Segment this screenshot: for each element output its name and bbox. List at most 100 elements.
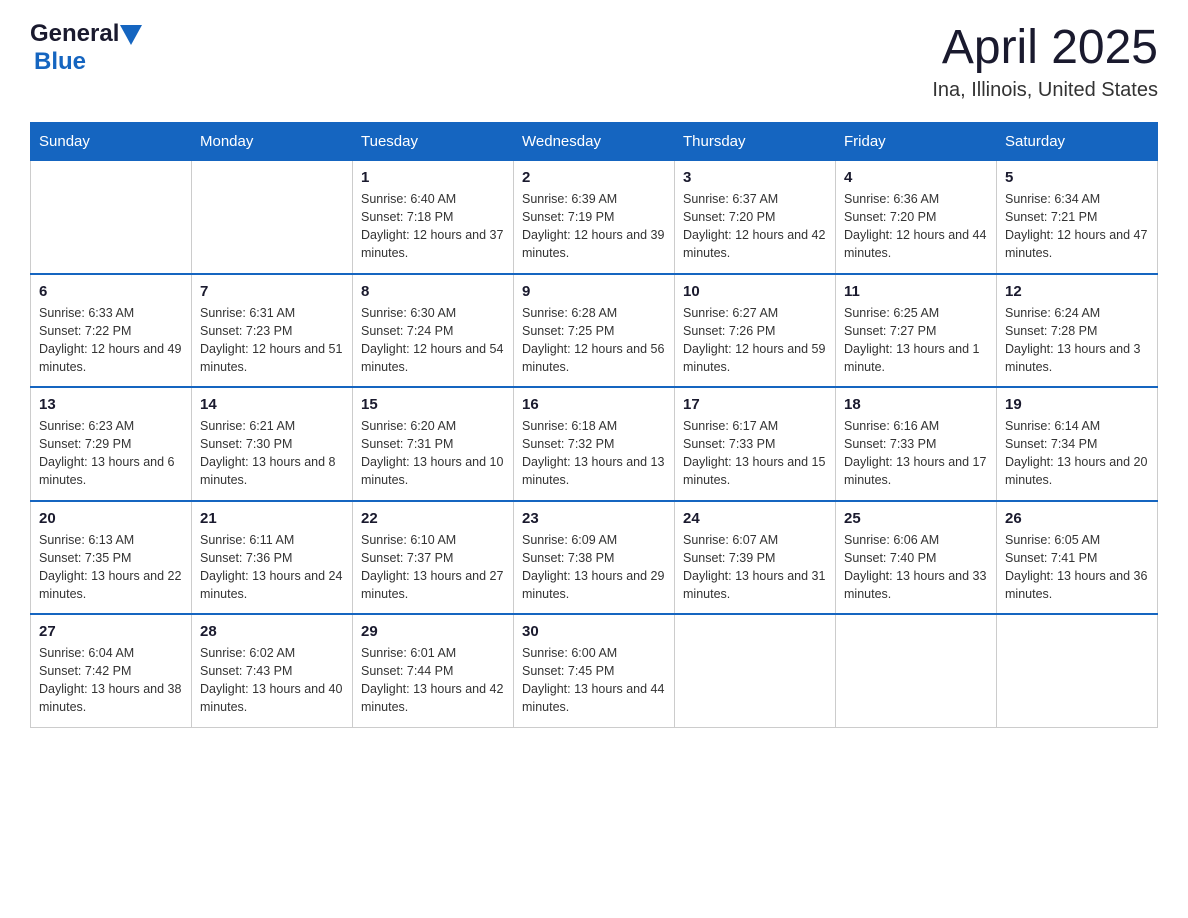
calendar-day-cell: 12 Sunrise: 6:24 AMSunset: 7:28 PMDayligh… <box>997 274 1158 388</box>
day-info: Sunrise: 6:01 AMSunset: 7:44 PMDaylight:… <box>361 644 505 717</box>
day-info: Sunrise: 6:16 AMSunset: 7:33 PMDaylight:… <box>844 417 988 490</box>
day-number: 8 <box>361 283 505 300</box>
calendar-day-cell: 14Sunrise: 6:21 AMSunset: 7:30 PMDayligh… <box>192 387 353 501</box>
day-info: Sunrise: 6:34 AMSunset: 7:21 PMDaylight:… <box>1005 190 1149 263</box>
day-of-week-header: Thursday <box>675 123 836 161</box>
day-number: 24 <box>683 510 827 527</box>
calendar-day-cell: 17 Sunrise: 6:17 AMSunset: 7:33 PMDayligh… <box>675 387 836 501</box>
day-info: Sunrise: 6:02 AMSunset: 7:43 PMDaylight:… <box>200 644 344 717</box>
day-number: 30 <box>522 623 666 640</box>
day-number: 25 <box>844 510 988 527</box>
calendar-day-cell: 24 Sunrise: 6:07 AMSunset: 7:39 PMDayligh… <box>675 501 836 615</box>
calendar-day-cell: 6 Sunrise: 6:33 AMSunset: 7:22 PMDaylight… <box>31 274 192 388</box>
calendar-day-cell: 28Sunrise: 6:02 AMSunset: 7:43 PMDayligh… <box>192 614 353 727</box>
day-number: 21 <box>200 510 344 527</box>
day-number: 3 <box>683 169 827 186</box>
calendar-day-cell: 27 Sunrise: 6:04 AMSunset: 7:42 PMDayligh… <box>31 614 192 727</box>
calendar-day-cell: 3Sunrise: 6:37 AMSunset: 7:20 PMDaylight… <box>675 161 836 274</box>
day-info: Sunrise: 6:24 AMSunset: 7:28 PMDaylight:… <box>1005 304 1149 377</box>
calendar-day-cell: 7 Sunrise: 6:31 AMSunset: 7:23 PMDaylight… <box>192 274 353 388</box>
day-info: Sunrise: 6:40 AMSunset: 7:18 PMDaylight:… <box>361 190 505 263</box>
logo-triangle-icon <box>120 25 142 45</box>
day-number: 11 <box>844 283 988 300</box>
calendar-day-cell: 19 Sunrise: 6:14 AMSunset: 7:34 PMDayligh… <box>997 387 1158 501</box>
day-number: 7 <box>200 283 344 300</box>
day-info: Sunrise: 6:04 AMSunset: 7:42 PMDaylight:… <box>39 644 183 717</box>
calendar-day-cell: 21 Sunrise: 6:11 AMSunset: 7:36 PMDayligh… <box>192 501 353 615</box>
calendar-day-cell <box>997 614 1158 727</box>
day-info: Sunrise: 6:05 AMSunset: 7:41 PMDaylight:… <box>1005 531 1149 604</box>
calendar-day-cell: 10 Sunrise: 6:27 AMSunset: 7:26 PMDayligh… <box>675 274 836 388</box>
day-info: Sunrise: 6:28 AMSunset: 7:25 PMDaylight:… <box>522 304 666 377</box>
calendar-week-row: 6 Sunrise: 6:33 AMSunset: 7:22 PMDaylight… <box>31 274 1158 388</box>
day-number: 6 <box>39 283 183 300</box>
day-of-week-header: Tuesday <box>353 123 514 161</box>
calendar-week-row: 27 Sunrise: 6:04 AMSunset: 7:42 PMDayligh… <box>31 614 1158 727</box>
day-info: Sunrise: 6:36 AMSunset: 7:20 PMDaylight:… <box>844 190 988 263</box>
day-info: Sunrise: 6:20 AMSunset: 7:31 PMDaylight:… <box>361 417 505 490</box>
day-number: 12 <box>1005 283 1149 300</box>
day-info: Sunrise: 6:10 AMSunset: 7:37 PMDaylight:… <box>361 531 505 604</box>
day-info: Sunrise: 6:14 AMSunset: 7:34 PMDaylight:… <box>1005 417 1149 490</box>
day-number: 19 <box>1005 396 1149 413</box>
logo-general-text: General <box>30 20 119 48</box>
day-of-week-header: Saturday <box>997 123 1158 161</box>
day-number: 10 <box>683 283 827 300</box>
calendar-day-cell: 4 Sunrise: 6:36 AMSunset: 7:20 PMDaylight… <box>836 161 997 274</box>
day-of-week-header: Monday <box>192 123 353 161</box>
day-info: Sunrise: 6:30 AMSunset: 7:24 PMDaylight:… <box>361 304 505 377</box>
day-info: Sunrise: 6:27 AMSunset: 7:26 PMDaylight:… <box>683 304 827 377</box>
day-info: Sunrise: 6:31 AMSunset: 7:23 PMDaylight:… <box>200 304 344 377</box>
day-number: 4 <box>844 169 988 186</box>
calendar-day-cell: 5 Sunrise: 6:34 AMSunset: 7:21 PMDaylight… <box>997 161 1158 274</box>
day-number: 5 <box>1005 169 1149 186</box>
calendar-week-row: 13Sunrise: 6:23 AMSunset: 7:29 PMDayligh… <box>31 387 1158 501</box>
day-info: Sunrise: 6:33 AMSunset: 7:22 PMDaylight:… <box>39 304 183 377</box>
logo-blue-text: Blue <box>34 48 86 75</box>
day-info: Sunrise: 6:18 AMSunset: 7:32 PMDaylight:… <box>522 417 666 490</box>
day-number: 27 <box>39 623 183 640</box>
calendar-week-row: 1 Sunrise: 6:40 AMSunset: 7:18 PMDaylight… <box>31 161 1158 274</box>
day-info: Sunrise: 6:13 AMSunset: 7:35 PMDaylight:… <box>39 531 183 604</box>
calendar-day-cell <box>836 614 997 727</box>
calendar-week-row: 20 Sunrise: 6:13 AMSunset: 7:35 PMDayligh… <box>31 501 1158 615</box>
day-number: 22 <box>361 510 505 527</box>
day-number: 17 <box>683 396 827 413</box>
title-area: April 2025 Ina, Illinois, United States <box>932 20 1158 102</box>
calendar-day-cell: 11 Sunrise: 6:25 AMSunset: 7:27 PMDayligh… <box>836 274 997 388</box>
calendar-day-cell: 26 Sunrise: 6:05 AMSunset: 7:41 PMDayligh… <box>997 501 1158 615</box>
logo: General Blue <box>30 20 144 76</box>
day-number: 15 <box>361 396 505 413</box>
day-info: Sunrise: 6:11 AMSunset: 7:36 PMDaylight:… <box>200 531 344 604</box>
location-title: Ina, Illinois, United States <box>932 79 1158 102</box>
calendar-day-cell <box>675 614 836 727</box>
calendar-day-cell <box>31 161 192 274</box>
calendar-day-cell: 18 Sunrise: 6:16 AMSunset: 7:33 PMDayligh… <box>836 387 997 501</box>
calendar-day-cell: 1 Sunrise: 6:40 AMSunset: 7:18 PMDaylight… <box>353 161 514 274</box>
day-number: 18 <box>844 396 988 413</box>
day-number: 1 <box>361 169 505 186</box>
page-header: General Blue April 2025 Ina, Illinois, U… <box>30 20 1158 102</box>
day-number: 2 <box>522 169 666 186</box>
calendar-header-row: SundayMondayTuesdayWednesdayThursdayFrid… <box>31 123 1158 161</box>
day-number: 26 <box>1005 510 1149 527</box>
day-info: Sunrise: 6:07 AMSunset: 7:39 PMDaylight:… <box>683 531 827 604</box>
day-number: 16 <box>522 396 666 413</box>
day-info: Sunrise: 6:17 AMSunset: 7:33 PMDaylight:… <box>683 417 827 490</box>
day-number: 29 <box>361 623 505 640</box>
calendar-day-cell: 2 Sunrise: 6:39 AMSunset: 7:19 PMDaylight… <box>514 161 675 274</box>
calendar-day-cell: 25Sunrise: 6:06 AMSunset: 7:40 PMDayligh… <box>836 501 997 615</box>
calendar-day-cell: 13Sunrise: 6:23 AMSunset: 7:29 PMDayligh… <box>31 387 192 501</box>
day-of-week-header: Sunday <box>31 123 192 161</box>
month-title: April 2025 <box>932 20 1158 75</box>
calendar-day-cell: 22 Sunrise: 6:10 AMSunset: 7:37 PMDayligh… <box>353 501 514 615</box>
calendar-day-cell: 23Sunrise: 6:09 AMSunset: 7:38 PMDayligh… <box>514 501 675 615</box>
calendar-day-cell: 9Sunrise: 6:28 AMSunset: 7:25 PMDaylight… <box>514 274 675 388</box>
day-info: Sunrise: 6:00 AMSunset: 7:45 PMDaylight:… <box>522 644 666 717</box>
day-info: Sunrise: 6:23 AMSunset: 7:29 PMDaylight:… <box>39 417 183 490</box>
day-number: 14 <box>200 396 344 413</box>
day-number: 20 <box>39 510 183 527</box>
day-number: 23 <box>522 510 666 527</box>
day-info: Sunrise: 6:25 AMSunset: 7:27 PMDaylight:… <box>844 304 988 377</box>
day-info: Sunrise: 6:39 AMSunset: 7:19 PMDaylight:… <box>522 190 666 263</box>
